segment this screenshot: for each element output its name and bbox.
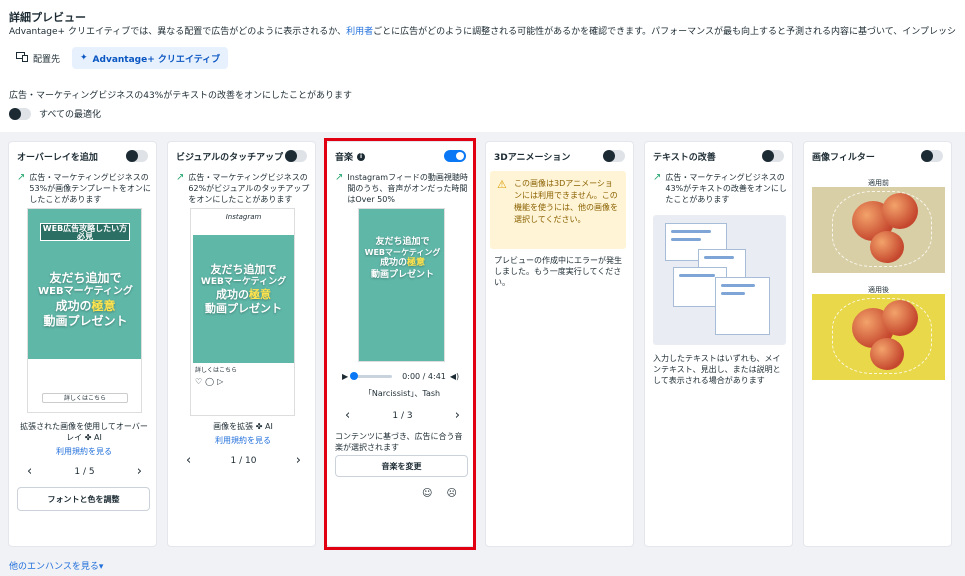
text-description: 入力したテキストはいずれも、メインテキスト、見出し、または説明として表示される場… [653, 354, 781, 385]
error-text: プレビューの作成中にエラーが発生しました。もう一度実行してください。 [494, 256, 622, 287]
card-title-row: 音楽 i [335, 150, 366, 163]
trend-icon: ↗ [335, 172, 344, 183]
wireframe-card [715, 277, 770, 335]
card-touchup: ビジュアルのタッチアップ ↗ 広告・マーケティングビジネスの62%がビジュアルの… [167, 141, 316, 547]
after-image [812, 294, 945, 380]
see-more-enhancements-link[interactable]: 他のエンハンスを見る▾ [9, 559, 103, 572]
ig-actions-icon: ♡◯▷ [195, 377, 227, 386]
card-overlay: オーバーレイを追加 ↗ 広告・マーケティングビジネスの53%が画像テンプレートを… [8, 141, 157, 547]
chevron-right-icon[interactable]: › [296, 453, 301, 468]
before-image [812, 187, 945, 273]
page-title: 詳細プレビュー [9, 11, 86, 24]
card-title: テキストの改善 [653, 153, 716, 163]
card-title: オーバーレイを追加 [17, 153, 98, 163]
card-image-filter: 画像フィルター 適用前 適用後 [803, 141, 952, 547]
volume-icon[interactable]: ◀) [450, 372, 459, 381]
pager: ‹ 1 / 10 › [186, 453, 301, 468]
promo-text: 友だち追加で WEBマーケティング 成功の極意 動画プレゼント [364, 237, 441, 280]
filter-toggle[interactable] [921, 150, 943, 162]
adjust-font-color-button[interactable]: フォントと色を調整 [17, 487, 150, 511]
card-title: 画像フィルター [812, 153, 875, 163]
page-description: Advantage+ クリエイティブでは、異なる配置で広告がどのように表示される… [9, 27, 957, 37]
touchup-toggle[interactable] [285, 150, 307, 162]
pager: ‹ 1 / 5 › [27, 464, 142, 479]
frown-icon[interactable]: ☹ [446, 488, 456, 499]
card-title: ビジュアルのタッチアップ [176, 153, 284, 163]
chevron-left-icon[interactable]: ‹ [27, 464, 32, 479]
anim3d-toggle[interactable] [603, 150, 625, 162]
overlay-banner: WEB広告攻略したい方必見 [40, 223, 130, 241]
placement-icon [16, 51, 28, 65]
instagram-label: Instagram [225, 213, 262, 221]
trend-icon: ↗ [653, 172, 662, 183]
touchup-preview-image: Instagram 友だち追加で WEBマーケティング 成功の極意 動画プレゼン… [190, 208, 295, 416]
stat-text: ↗ 広告・マーケティングビジネスの62%がビジュアルのタッチアップをオンにしたこ… [176, 172, 310, 204]
stat-text: ↗ 広告・マーケティングビジネスの43%がテキストの改善をオンにしたことがありま… [653, 172, 787, 204]
sparkle-icon: ✦ [80, 53, 88, 63]
tab-advantage-creative[interactable]: ✦ Advantage+ クリエイティブ [72, 47, 229, 69]
overlay-caption: 拡張された画像を使用してオーバーレイ ✤ AI [20, 422, 148, 442]
terms-link[interactable]: 利用規約を見る [17, 446, 151, 457]
chevron-right-icon[interactable]: › [137, 464, 142, 479]
promo-text: 友だち追加で WEBマーケティング 成功の極意 動画プレゼント [200, 263, 287, 315]
overlay-preview-image: WEB広告攻略したい方必見 友だち追加で WEBマーケティング 成功の極意 動画… [27, 208, 142, 413]
feedback-row: ☺ ☹ [422, 488, 457, 499]
music-description: コンテンツに基づき、広告に合う音楽が選択されます [335, 432, 463, 452]
overlay-toggle[interactable] [126, 150, 148, 162]
chevron-left-icon[interactable]: ‹ [186, 453, 191, 468]
track-name: 「Narcissist」、Tash [363, 389, 441, 398]
audio-player: ▶ 0:00 / 4:41 ◀) [342, 370, 467, 382]
audio-progress[interactable] [350, 371, 393, 380]
tab-placement[interactable]: 配置先 [8, 47, 68, 69]
stat-line: 広告・マーケティングビジネスの43%がテキストの改善をオンにしたことがあります [9, 91, 353, 101]
text-illustration [653, 215, 786, 345]
card-title: 3Dアニメーション [494, 153, 571, 163]
trend-icon: ↗ [176, 172, 185, 183]
ai-icon: ✤ [84, 433, 92, 442]
card-text-improvement: テキストの改善 ↗ 広告・マーケティングビジネスの43%がテキストの改善をオンに… [644, 141, 793, 547]
chevron-left-icon[interactable]: ‹ [345, 408, 350, 423]
touchup-image: 友だち追加で WEBマーケティング 成功の極意 動画プレゼント [193, 235, 294, 363]
header-section: 詳細プレビュー Advantage+ クリエイティブでは、異なる配置で広告がどの… [0, 0, 965, 132]
touchup-caption: 画像を拡張 ✤ AI [213, 422, 273, 431]
overlay-cta: 詳しくはこちら [42, 393, 128, 403]
warning-box: ⚠ この画像は3Dアニメーションには利用できません。この機能を使うには、他の画像… [490, 171, 626, 249]
trend-icon: ↗ [17, 172, 26, 183]
optimize-all-label: すべての最適化 [39, 110, 102, 120]
change-music-button[interactable]: 音楽を変更 [335, 455, 468, 477]
card-music: 音楽 i ↗ Instagramフィードの動画視聴時間のうち、音声がオンだった時… [326, 141, 475, 547]
stat-text: ↗ 広告・マーケティングビジネスの53%が画像テンプレートをオンにしたことがあり… [17, 172, 151, 204]
optimize-all-toggle[interactable] [9, 107, 31, 120]
promo-text: 友だち追加で WEBマーケティング 成功の極意 動画プレゼント [38, 271, 133, 328]
warning-icon: ⚠ [497, 178, 507, 191]
music-toggle[interactable] [444, 150, 466, 162]
text-toggle[interactable] [762, 150, 784, 162]
progress-knob[interactable] [350, 371, 359, 380]
play-icon[interactable]: ▶ [342, 372, 348, 381]
audio-time: 0:00 / 4:41 [402, 371, 446, 381]
ad-footer: 詳しくはこちら [28, 359, 141, 412]
ai-icon: ✤ [255, 422, 263, 431]
info-icon: i [357, 152, 366, 161]
smile-icon[interactable]: ☺ [422, 488, 432, 499]
optimize-all-row: すべての最適化 [9, 107, 101, 120]
touchup-cta: 詳しくはこちら [195, 367, 238, 374]
music-preview-video: 友だち追加で WEBマーケティング 成功の極意 動画プレゼント [358, 208, 445, 362]
stat-text: ↗ Instagramフィードの動画視聴時間のうち、音声がオンだった時間はOve… [335, 172, 468, 204]
audience-link[interactable]: 利用者 [346, 27, 373, 37]
terms-link[interactable]: 利用規約を見る [176, 435, 310, 446]
pager: ‹ 1 / 3 › [345, 408, 460, 423]
chevron-right-icon[interactable]: › [455, 408, 460, 423]
